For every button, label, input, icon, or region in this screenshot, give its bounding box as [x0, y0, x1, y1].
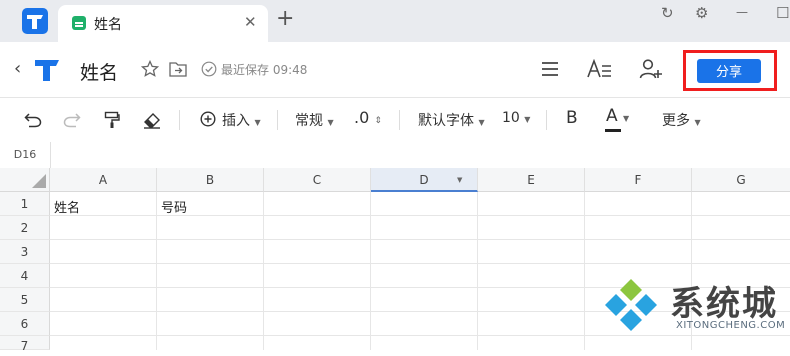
row-header-4[interactable]: 4: [0, 264, 50, 288]
format-painter-icon[interactable]: [104, 111, 120, 129]
toolbar-divider: [399, 110, 400, 130]
row-header-7[interactable]: 7: [0, 336, 50, 353]
add-collaborator-icon[interactable]: [639, 58, 663, 80]
insert-label: 插入: [222, 113, 250, 129]
insert-button[interactable]: 插入 ▼: [222, 110, 261, 130]
grid-line: [50, 335, 790, 336]
share-button[interactable]: 分享: [697, 59, 761, 83]
watermark-url: XITONGCHENG.COM: [676, 320, 786, 331]
text-color-button[interactable]: A ▼: [605, 106, 630, 132]
cell-a1[interactable]: 姓名: [54, 197, 80, 216]
number-format-label: 常规: [295, 113, 323, 129]
column-header-d[interactable]: D ▼: [371, 168, 478, 192]
chevron-down-icon: ▼: [694, 118, 701, 127]
column-header-b[interactable]: B: [157, 168, 264, 192]
tab-bar: 姓名 ✕ + ↻ ⚙ — ☐: [0, 0, 790, 42]
saved-check-icon: [201, 61, 217, 77]
text-color-swatch: [605, 129, 621, 132]
grid-line: [50, 263, 790, 264]
chevron-down-icon: ▼: [327, 118, 334, 127]
document-title[interactable]: 姓名: [80, 58, 118, 85]
menu-icon[interactable]: [541, 61, 559, 77]
row-header-3[interactable]: 3: [0, 240, 50, 264]
cell-reference[interactable]: D16: [0, 142, 51, 168]
toolbar: 插入 ▼ 常规 ▼ .0 ⇕ 默认字体 ▼ 10 ▼ B A ▼ 更多 ▼: [0, 98, 790, 143]
move-folder-icon[interactable]: [169, 61, 187, 77]
tab-title: 姓名: [94, 17, 122, 33]
font-size-dropdown[interactable]: 10 ▼: [502, 110, 530, 126]
row-header-5[interactable]: 5: [0, 288, 50, 312]
eraser-icon[interactable]: [143, 111, 161, 129]
column-header-e[interactable]: E: [478, 168, 585, 192]
add-tab-button[interactable]: +: [276, 8, 294, 30]
tab-document[interactable]: 姓名 ✕: [58, 5, 268, 42]
decimal-label: .0: [354, 108, 370, 127]
chevron-down-icon: ▼: [623, 114, 630, 123]
cell-b1[interactable]: 号码: [161, 197, 187, 216]
font-size-label: 10: [502, 110, 520, 126]
formula-bar: D16: [0, 142, 790, 169]
toolbar-divider: [179, 110, 180, 130]
undo-icon[interactable]: [24, 112, 42, 128]
column-header-f[interactable]: F: [585, 168, 692, 192]
column-header-a[interactable]: A: [50, 168, 157, 192]
decimal-button[interactable]: .0 ⇕: [354, 108, 382, 127]
watermark-title: 系统城: [670, 284, 778, 324]
font-family-dropdown[interactable]: 默认字体 ▼: [418, 110, 485, 130]
row-header-1[interactable]: 1: [0, 192, 50, 216]
watermark-logo-icon: [605, 279, 657, 331]
select-all-corner[interactable]: [0, 168, 50, 192]
column-header-c[interactable]: C: [264, 168, 371, 192]
row-header-2[interactable]: 2: [0, 216, 50, 240]
column-menu-icon[interactable]: ▼: [457, 168, 462, 192]
back-icon[interactable]: ‹: [14, 58, 21, 79]
toolbar-divider: [546, 110, 547, 130]
font-family-label: 默认字体: [418, 113, 474, 129]
grid-line: [50, 239, 790, 240]
document-header: ‹ 姓名 最近保存 09:48 分享: [0, 42, 790, 98]
chevron-down-icon: ▼: [524, 115, 531, 124]
close-icon[interactable]: ✕: [244, 13, 257, 31]
spreadsheet-icon: [72, 16, 86, 30]
app-logo-icon[interactable]: [22, 8, 48, 34]
text-color-label: A: [606, 106, 618, 126]
column-header-d-label: D: [419, 173, 429, 187]
more-button[interactable]: 更多 ▼: [662, 110, 701, 130]
minimize-button[interactable]: —: [736, 5, 748, 19]
chevron-down-icon: ▼: [254, 118, 261, 127]
toolbar-divider: [277, 110, 278, 130]
doc-logo-icon[interactable]: [32, 54, 62, 84]
number-format-dropdown[interactable]: 常规 ▼: [295, 110, 334, 130]
more-label: 更多: [662, 113, 690, 129]
bold-button[interactable]: B: [566, 108, 578, 128]
select-all-icon: [32, 174, 46, 188]
star-icon[interactable]: [141, 60, 159, 78]
decimal-stepper-icon: ⇕: [374, 116, 382, 126]
row-header-6[interactable]: 6: [0, 312, 50, 336]
refresh-icon[interactable]: ↻: [661, 4, 674, 22]
save-status: 最近保存 09:48: [221, 63, 308, 77]
plus-circle-icon: [200, 111, 216, 127]
text-format-icon[interactable]: [587, 59, 613, 79]
maximize-button[interactable]: ☐: [776, 4, 789, 22]
redo-icon[interactable]: [63, 112, 81, 128]
chevron-down-icon: ▼: [478, 118, 485, 127]
settings-icon[interactable]: ⚙: [695, 4, 708, 22]
column-header-g[interactable]: G: [692, 168, 790, 192]
